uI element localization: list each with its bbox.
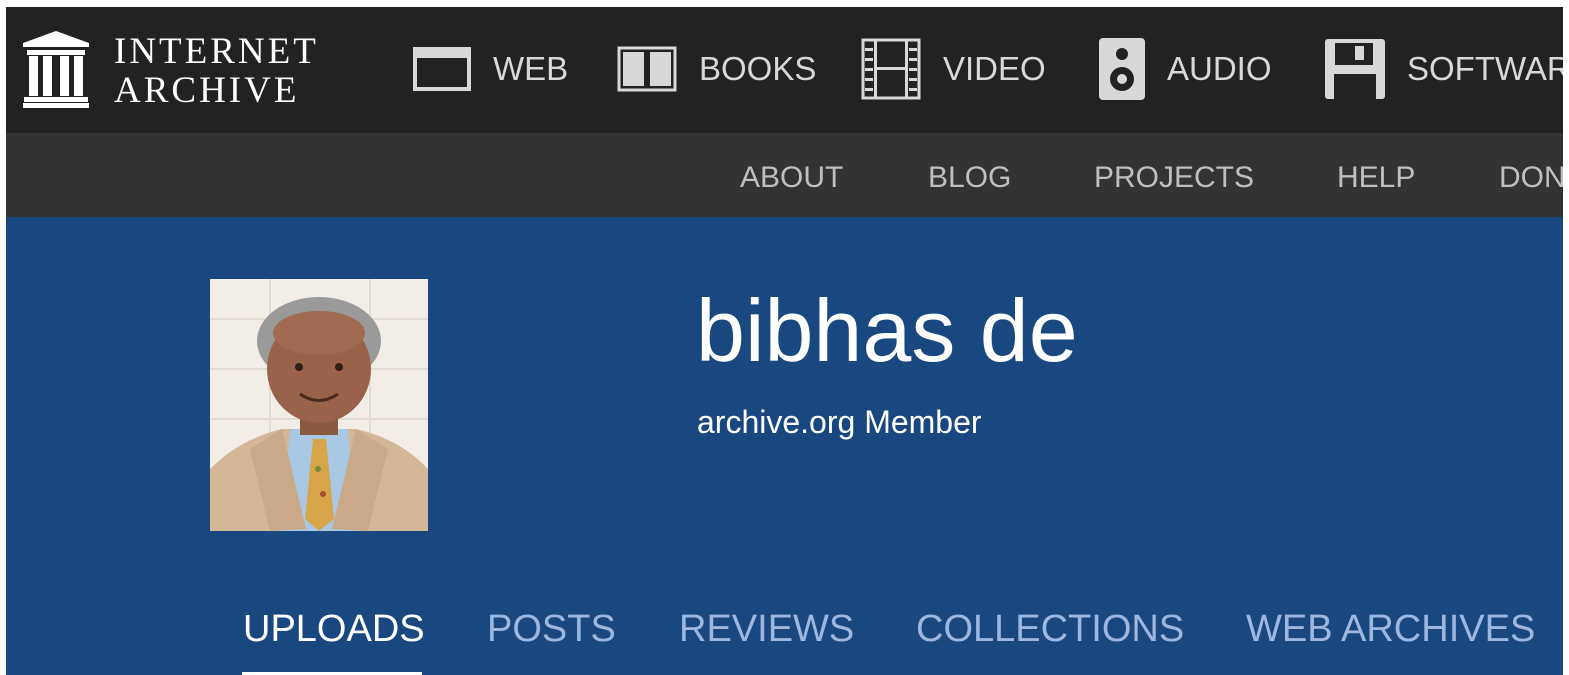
secondary-nav: ABOUT BLOG PROJECTS HELP DON (6, 133, 1563, 217)
page-frame: INTERNET ARCHIVE WEB BOOKS VIDEO AUDIO S… (6, 7, 1563, 675)
subnav-donate[interactable]: DON (1499, 161, 1563, 195)
internet-archive-logo[interactable]: INTERNET ARCHIVE (23, 31, 383, 111)
web-window-icon (413, 47, 471, 91)
speaker-icon (1099, 38, 1145, 100)
subnav-projects[interactable]: PROJECTS (1094, 161, 1254, 195)
temple-logo-icon (23, 31, 89, 108)
tab-uploads[interactable]: UPLOADS (243, 607, 425, 651)
subnav-blog[interactable]: BLOG (928, 161, 1011, 195)
floppy-disk-icon (1325, 39, 1385, 99)
nav-software-label: SOFTWAR (1407, 50, 1563, 87)
nav-web[interactable]: WEB (413, 34, 568, 104)
tab-collections[interactable]: COLLECTIONS (916, 607, 1184, 651)
film-strip-icon (861, 38, 921, 100)
subnav-about[interactable]: ABOUT (740, 161, 843, 195)
tab-posts[interactable]: POSTS (487, 607, 616, 651)
top-nav: INTERNET ARCHIVE WEB BOOKS VIDEO AUDIO S… (6, 7, 1563, 133)
nav-audio-label: AUDIO (1167, 50, 1272, 87)
profile-banner: bibhas de archive.org Member UPLOADS POS… (6, 217, 1563, 675)
nav-video[interactable]: VIDEO (861, 34, 1046, 104)
logo-line-1: INTERNET (114, 31, 319, 72)
open-book-icon (617, 46, 677, 92)
nav-software[interactable]: SOFTWAR (1325, 34, 1563, 104)
logo-wordmark: INTERNET ARCHIVE (114, 32, 319, 110)
subnav-help[interactable]: HELP (1337, 161, 1415, 195)
logo-line-2: ARCHIVE (114, 70, 300, 111)
nav-books-label: BOOKS (699, 50, 817, 87)
nav-books[interactable]: BOOKS (617, 34, 816, 104)
profile-subtitle: archive.org Member (697, 404, 982, 440)
nav-audio[interactable]: AUDIO (1099, 34, 1272, 104)
profile-name: bibhas de (696, 281, 1078, 380)
tab-reviews[interactable]: REVIEWS (679, 607, 854, 651)
nav-video-label: VIDEO (943, 50, 1046, 87)
tab-web-archives[interactable]: WEB ARCHIVES (1246, 607, 1535, 651)
nav-web-label: WEB (493, 50, 569, 87)
avatar (210, 279, 428, 531)
